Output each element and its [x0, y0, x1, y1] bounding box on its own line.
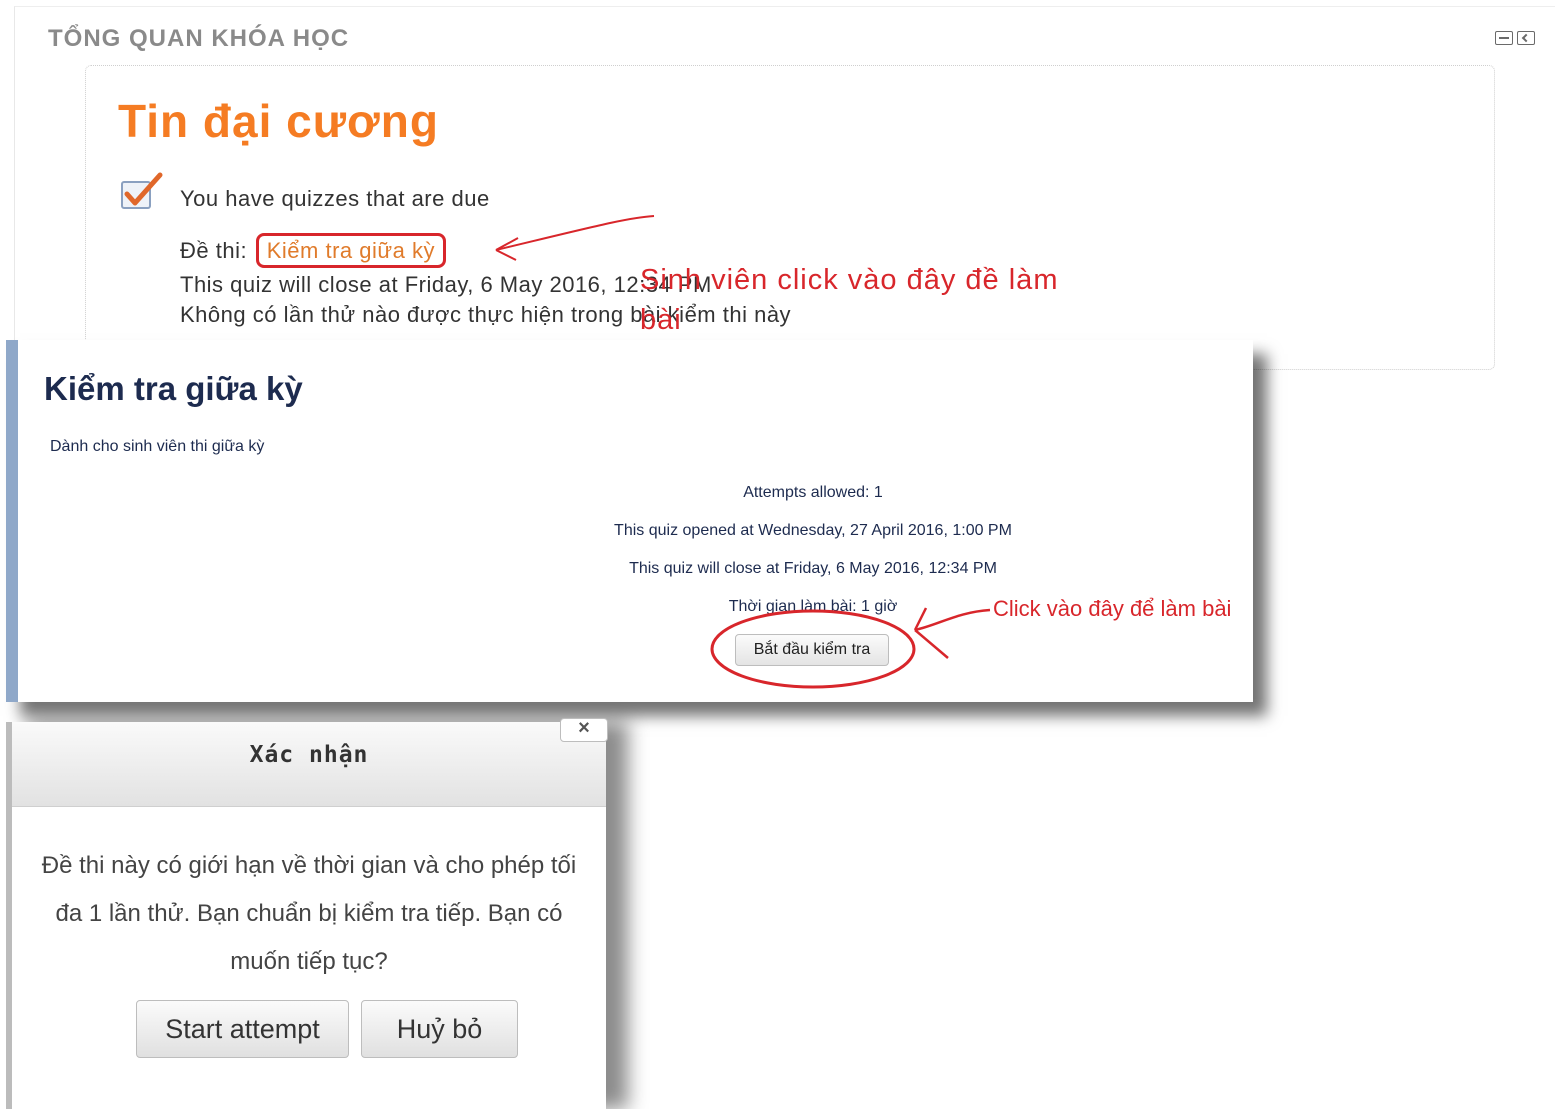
- course-overview-block: TỔNG QUAN KHÓA HỌC Tin đại cương You hav…: [14, 6, 1555, 397]
- confirm-dialog: Xác nhận × Đề thi này có giới hạn về thờ…: [6, 718, 608, 1109]
- dialog-actions: Start attempt Huỷ bỏ: [136, 1000, 518, 1058]
- quiz-title: Kiểm tra giữa kỳ: [44, 370, 303, 407]
- quiz-closes: This quiz will close at Friday, 6 May 20…: [629, 560, 997, 577]
- quizzes-due-notice: You have quizzes that are due: [180, 186, 490, 211]
- dock-icon[interactable]: [1517, 31, 1535, 45]
- course-name[interactable]: Tin đại cương: [118, 94, 439, 148]
- quiz-opened: This quiz opened at Wednesday, 27 April …: [614, 522, 1012, 539]
- quiz-link[interactable]: Kiểm tra giữa kỳ: [255, 233, 446, 268]
- quiz-prefix: Đề thi:: [180, 238, 248, 263]
- quiz-line: Đề thi: Kiểm tra giữa kỳ: [180, 233, 446, 268]
- quiz-intro: Dành cho sinh viên thi giữa kỳ: [50, 438, 265, 455]
- annotation-click-here: Click vào đây để làm bài: [993, 596, 1232, 621]
- dialog-title: Xác nhận: [249, 742, 369, 768]
- close-icon[interactable]: ×: [560, 718, 608, 742]
- dialog-header: Xác nhận ×: [12, 718, 608, 807]
- dialog-message: Đề thi này có giới hạn về thời gian và c…: [41, 852, 577, 975]
- annotation-arrow: [495, 215, 655, 261]
- cancel-button[interactable]: Huỷ bỏ: [361, 1000, 518, 1058]
- block-title: TỔNG QUAN KHÓA HỌC: [48, 25, 350, 52]
- start-attempt-button[interactable]: Start attempt: [136, 1000, 349, 1058]
- block-controls: [1495, 31, 1535, 45]
- checkbox-checked-icon: [121, 172, 163, 209]
- minimize-icon[interactable]: [1495, 31, 1513, 45]
- quiz-page: Kiểm tra giữa kỳ Dành cho sinh viên thi …: [6, 340, 1253, 702]
- quiz-close-info: This quiz will close at Friday, 6 May 20…: [180, 272, 712, 297]
- attempts-allowed: Attempts allowed: 1: [743, 484, 883, 501]
- time-limit: Thời gian làm bài: 1 giờ: [728, 598, 898, 615]
- course-box: Tin đại cương You have quizzes that are …: [85, 65, 1495, 370]
- annotation-student-click: Sinh viên click vào đây đề làm bài: [640, 264, 1059, 336]
- start-quiz-button[interactable]: Bắt đầu kiểm tra: [735, 634, 889, 666]
